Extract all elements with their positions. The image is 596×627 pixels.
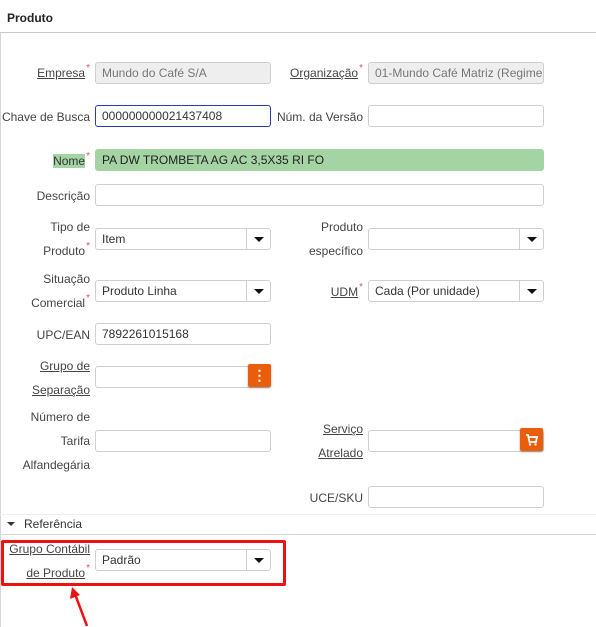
nome-field[interactable]: PA DW TROMBETA AG AC 3,5X35 RI FO xyxy=(95,149,544,171)
chevron-down-icon[interactable] xyxy=(246,281,270,301)
section-referencia-label: Referência xyxy=(24,517,83,531)
num-versao-label: Núm. da Versão xyxy=(276,110,363,124)
empresa-label-text: Empresa xyxy=(37,66,86,80)
uce-sku-label: UCE/SKU xyxy=(309,491,363,505)
label-line: Alfandegária xyxy=(22,458,90,472)
nome-label: Nome* xyxy=(50,149,90,175)
grupo-separacao-label[interactable]: Grupo de Separação xyxy=(0,354,90,402)
annotation-arrow-icon xyxy=(70,587,89,627)
nome-label-text: Nome xyxy=(53,154,86,168)
required-marker: * xyxy=(359,63,363,74)
label-line: Produto xyxy=(320,220,363,234)
chave-busca-field[interactable]: 000000000021437408 xyxy=(95,105,271,127)
organizacao-field[interactable]: 01-Mundo Café Matriz (Regime xyxy=(368,62,544,84)
required-marker: * xyxy=(86,293,90,304)
label-line: Tarifa xyxy=(60,434,90,448)
organizacao-label[interactable]: Organização* xyxy=(280,61,363,87)
label-line: Produto xyxy=(43,244,86,258)
upc-ean-field[interactable]: 7892261015168 xyxy=(95,323,271,345)
udm-value: Cada (Por unidade) xyxy=(375,284,480,298)
label-line: específico xyxy=(308,244,363,258)
label-line: Número de xyxy=(30,410,90,424)
grupo-separacao-field[interactable] xyxy=(95,366,271,388)
required-marker: * xyxy=(86,63,90,74)
udm-select[interactable]: Cada (Por unidade) xyxy=(368,280,544,302)
required-marker: * xyxy=(86,151,90,162)
organizacao-label-text: Organização xyxy=(290,66,359,80)
label-line: Atrelado xyxy=(318,446,363,460)
label-line: Comercial xyxy=(31,296,86,310)
required-marker: * xyxy=(359,282,363,293)
chevron-down-icon[interactable] xyxy=(246,229,270,249)
produto-especifico-label: Produto específico xyxy=(280,215,363,263)
numero-tarifa-field[interactable] xyxy=(95,430,271,452)
descricao-label: Descrição xyxy=(36,189,90,203)
required-marker: * xyxy=(86,241,90,252)
upc-ean-label: UPC/EAN xyxy=(36,328,90,342)
uce-sku-field[interactable] xyxy=(368,486,544,508)
panel-header: Produto xyxy=(0,0,596,33)
tipo-produto-select[interactable]: Item xyxy=(95,228,271,250)
label-line: Separação xyxy=(31,383,90,397)
num-versao-field[interactable] xyxy=(368,105,544,127)
label-line: Tipo de xyxy=(50,220,90,234)
produto-especifico-select[interactable] xyxy=(368,228,544,250)
servico-atrelado-label[interactable]: Serviço Atrelado xyxy=(280,417,363,465)
grupo-separacao-menu-button[interactable]: ⋮ xyxy=(248,364,271,387)
section-referencia[interactable]: Referência xyxy=(0,514,596,535)
udm-label-text: UDM xyxy=(330,285,359,299)
servico-atrelado-cart-button[interactable] xyxy=(520,428,543,451)
label-line: Serviço xyxy=(322,422,363,436)
caret-down-icon[interactable] xyxy=(7,522,15,526)
chave-busca-label: Chave de Busca xyxy=(1,110,90,124)
chevron-down-icon[interactable] xyxy=(519,229,543,249)
tipo-produto-label: Tipo de Produto* xyxy=(0,215,90,265)
situacao-comercial-select[interactable]: Produto Linha xyxy=(95,280,271,302)
tipo-produto-value: Item xyxy=(102,232,126,246)
annotation-highlight-box xyxy=(1,540,286,586)
empresa-field[interactable]: Mundo do Café S/A xyxy=(95,62,271,84)
situacao-comercial-label: Situação Comercial* xyxy=(0,267,90,317)
descricao-field[interactable] xyxy=(95,184,544,206)
servico-atrelado-field[interactable] xyxy=(368,430,544,452)
page-title: Produto xyxy=(7,11,53,25)
label-line: Grupo de xyxy=(39,359,90,373)
shopping-cart-icon xyxy=(526,434,539,446)
chevron-down-icon[interactable] xyxy=(519,281,543,301)
empresa-label[interactable]: Empresa* xyxy=(20,61,90,87)
udm-label[interactable]: UDM* xyxy=(300,280,363,306)
numero-tarifa-label: Número de Tarifa Alfandegária xyxy=(0,405,90,477)
more-vertical-icon: ⋮ xyxy=(252,367,267,383)
situacao-comercial-value: Produto Linha xyxy=(102,284,177,298)
label-line: Situação xyxy=(43,272,90,286)
